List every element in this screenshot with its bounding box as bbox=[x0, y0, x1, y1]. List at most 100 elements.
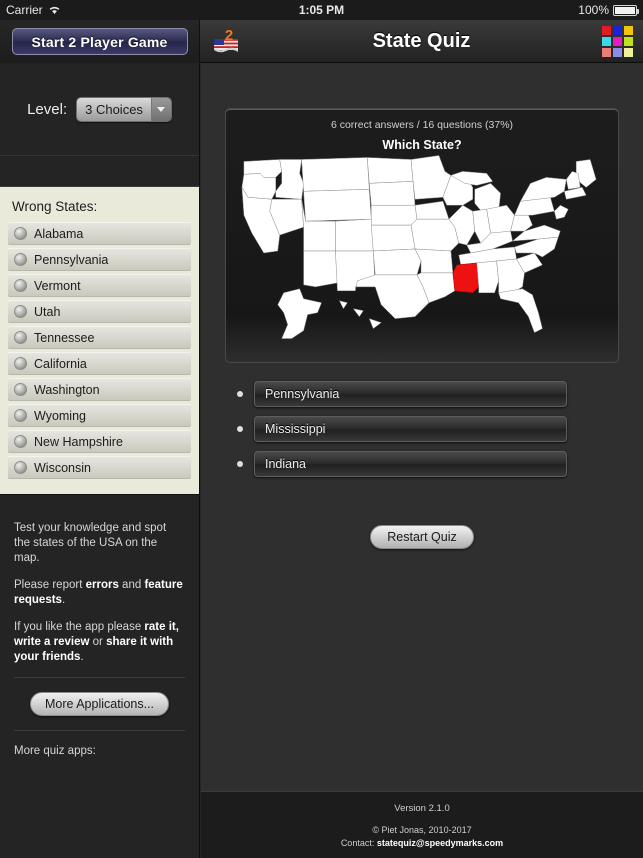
level-select-value: 3 Choices bbox=[77, 97, 151, 121]
start-2-player-game-button[interactable]: Start 2 Player Game bbox=[11, 28, 188, 55]
status-bar-right: 100% bbox=[578, 3, 639, 17]
answer-row: Indiana bbox=[237, 451, 567, 477]
main-content: 6 correct answers / 16 questions (37%) W… bbox=[201, 63, 643, 858]
info-paragraph-1: Test your knowledge and spot the states … bbox=[14, 522, 167, 564]
grid-cell bbox=[602, 26, 611, 35]
grid-cell bbox=[624, 37, 633, 46]
report-errors-link[interactable]: errors bbox=[86, 579, 119, 591]
wrong-state-row[interactable]: New Hampshire bbox=[8, 430, 191, 453]
globe-icon bbox=[14, 227, 27, 240]
wrong-state-label: Alabama bbox=[34, 226, 84, 241]
globe-icon bbox=[14, 409, 27, 422]
usa-map-svg bbox=[241, 155, 597, 339]
nav-bar-left: Start 2 Player Game bbox=[0, 20, 200, 63]
contact-label: Contact: bbox=[340, 837, 377, 848]
color-grid-apps-icon[interactable] bbox=[602, 26, 633, 57]
info-p2-text-c: and bbox=[118, 579, 145, 591]
wrong-state-label: Vermont bbox=[34, 278, 81, 293]
battery-full-icon bbox=[613, 4, 639, 16]
sidebar-info-block: Test your knowledge and spot the states … bbox=[0, 495, 199, 665]
contact-email-link[interactable]: statequiz@speedymarks.com bbox=[377, 838, 503, 848]
version-label: Version 2.1.0 bbox=[394, 802, 450, 814]
bullet-icon bbox=[237, 426, 243, 432]
sidebar-rule-bottom bbox=[14, 730, 185, 731]
globe-icon bbox=[14, 279, 27, 292]
wrong-state-label: New Hampshire bbox=[34, 434, 123, 449]
wrong-states-panel: Wrong States: Alabama Pennsylvania Vermont… bbox=[0, 186, 199, 495]
wrong-state-label: Wyoming bbox=[34, 408, 86, 423]
app-root: Carrier 1:05 PM 100% Start 2 Player Game bbox=[0, 0, 643, 858]
wrong-state-label: Pennsylvania bbox=[34, 252, 109, 267]
globe-icon bbox=[14, 461, 27, 474]
more-applications-button[interactable]: More Applications... bbox=[29, 692, 170, 716]
map-states-group bbox=[241, 155, 597, 339]
wrong-state-label: Tennessee bbox=[34, 330, 95, 345]
wrong-state-row[interactable]: Utah bbox=[8, 300, 191, 323]
usa-map[interactable] bbox=[226, 153, 618, 348]
answer-options-list: Pennsylvania Mississippi Indiana bbox=[237, 381, 567, 486]
sidebar: Level: 3 Choices Wrong States: Alabama Pe… bbox=[0, 63, 200, 858]
grid-cell bbox=[624, 26, 633, 35]
wrong-state-label: Wisconsin bbox=[34, 460, 91, 475]
wrong-state-row[interactable]: Pennsylvania bbox=[8, 248, 191, 271]
wrong-state-label: California bbox=[34, 356, 87, 371]
answer-button[interactable]: Pennsylvania bbox=[254, 381, 567, 407]
answer-row: Mississippi bbox=[237, 416, 567, 442]
grid-cell bbox=[613, 37, 622, 46]
restart-quiz-row: Restart Quiz bbox=[225, 525, 619, 549]
globe-icon bbox=[14, 331, 27, 344]
grid-cell bbox=[602, 37, 611, 46]
info-p3-text-e: . bbox=[80, 651, 84, 663]
wrong-states-list: Alabama Pennsylvania Vermont Utah Tennessee C… bbox=[8, 222, 191, 479]
more-applications-row: More Applications... bbox=[0, 692, 199, 716]
answer-row: Pennsylvania bbox=[237, 381, 567, 407]
battery-percent-label: 100% bbox=[578, 3, 609, 17]
level-label: Level: bbox=[27, 100, 68, 118]
wrong-state-row[interactable]: Washington bbox=[8, 378, 191, 401]
globe-icon bbox=[14, 305, 27, 318]
restart-quiz-button[interactable]: Restart Quiz bbox=[370, 525, 474, 549]
wrong-state-row[interactable]: Wisconsin bbox=[8, 456, 191, 479]
nav-bar: Start 2 Player Game 2 State Quiz bbox=[0, 20, 643, 63]
wrong-state-row[interactable]: California bbox=[8, 352, 191, 375]
wrong-state-row[interactable]: Wyoming bbox=[8, 404, 191, 427]
contact-row: Contact: statequiz@speedymarks.com bbox=[341, 838, 503, 848]
grid-cell bbox=[602, 48, 611, 57]
status-bar: Carrier 1:05 PM 100% bbox=[0, 0, 643, 20]
wrong-states-title: Wrong States: bbox=[12, 199, 98, 214]
bullet-icon bbox=[237, 391, 243, 397]
page-title: State Quiz bbox=[372, 30, 471, 52]
sidebar-rule-top bbox=[14, 677, 185, 678]
map-card: 6 correct answers / 16 questions (37%) W… bbox=[225, 108, 619, 363]
globe-icon bbox=[14, 435, 27, 448]
globe-icon bbox=[14, 383, 27, 396]
info-p3-text-c: or bbox=[89, 636, 107, 648]
wrong-state-label: Washington bbox=[34, 382, 100, 397]
more-quiz-apps-label: More quiz apps: bbox=[14, 745, 96, 757]
wrong-state-row[interactable]: Alabama bbox=[8, 222, 191, 245]
wrong-state-row[interactable]: Tennessee bbox=[8, 326, 191, 349]
footer: Version 2.1.0 © Piet Jonas, 2010-2017 Co… bbox=[201, 791, 643, 858]
status-bar-clock: 1:05 PM bbox=[298, 3, 345, 17]
wrong-state-row[interactable]: Vermont bbox=[8, 274, 191, 297]
bullet-icon bbox=[237, 461, 243, 467]
chevron-down-icon bbox=[150, 97, 171, 121]
copyright-label: © Piet Jonas, 2010-2017 bbox=[372, 824, 472, 835]
question-text: Which State? bbox=[382, 138, 462, 152]
wrong-state-label: Utah bbox=[34, 304, 61, 319]
info-p3-text-a: If you like the app please bbox=[14, 621, 145, 633]
nav-bar-right: 2 State Quiz bbox=[200, 20, 643, 63]
info-paragraph-2: Please report errors and feature request… bbox=[14, 578, 185, 608]
answer-button[interactable]: Indiana bbox=[254, 451, 567, 477]
info-p2-text-e: . bbox=[61, 594, 66, 606]
globe-icon bbox=[14, 357, 27, 370]
grid-cell bbox=[613, 48, 622, 57]
info-p2-text-a: Please report bbox=[14, 579, 86, 591]
score-text: 6 correct answers / 16 questions (37%) bbox=[330, 119, 514, 131]
grid-cell bbox=[613, 26, 622, 35]
globe-icon bbox=[14, 253, 27, 266]
answer-button[interactable]: Mississippi bbox=[254, 416, 567, 442]
grid-cell bbox=[624, 48, 633, 57]
level-select[interactable]: 3 Choices bbox=[76, 96, 172, 122]
